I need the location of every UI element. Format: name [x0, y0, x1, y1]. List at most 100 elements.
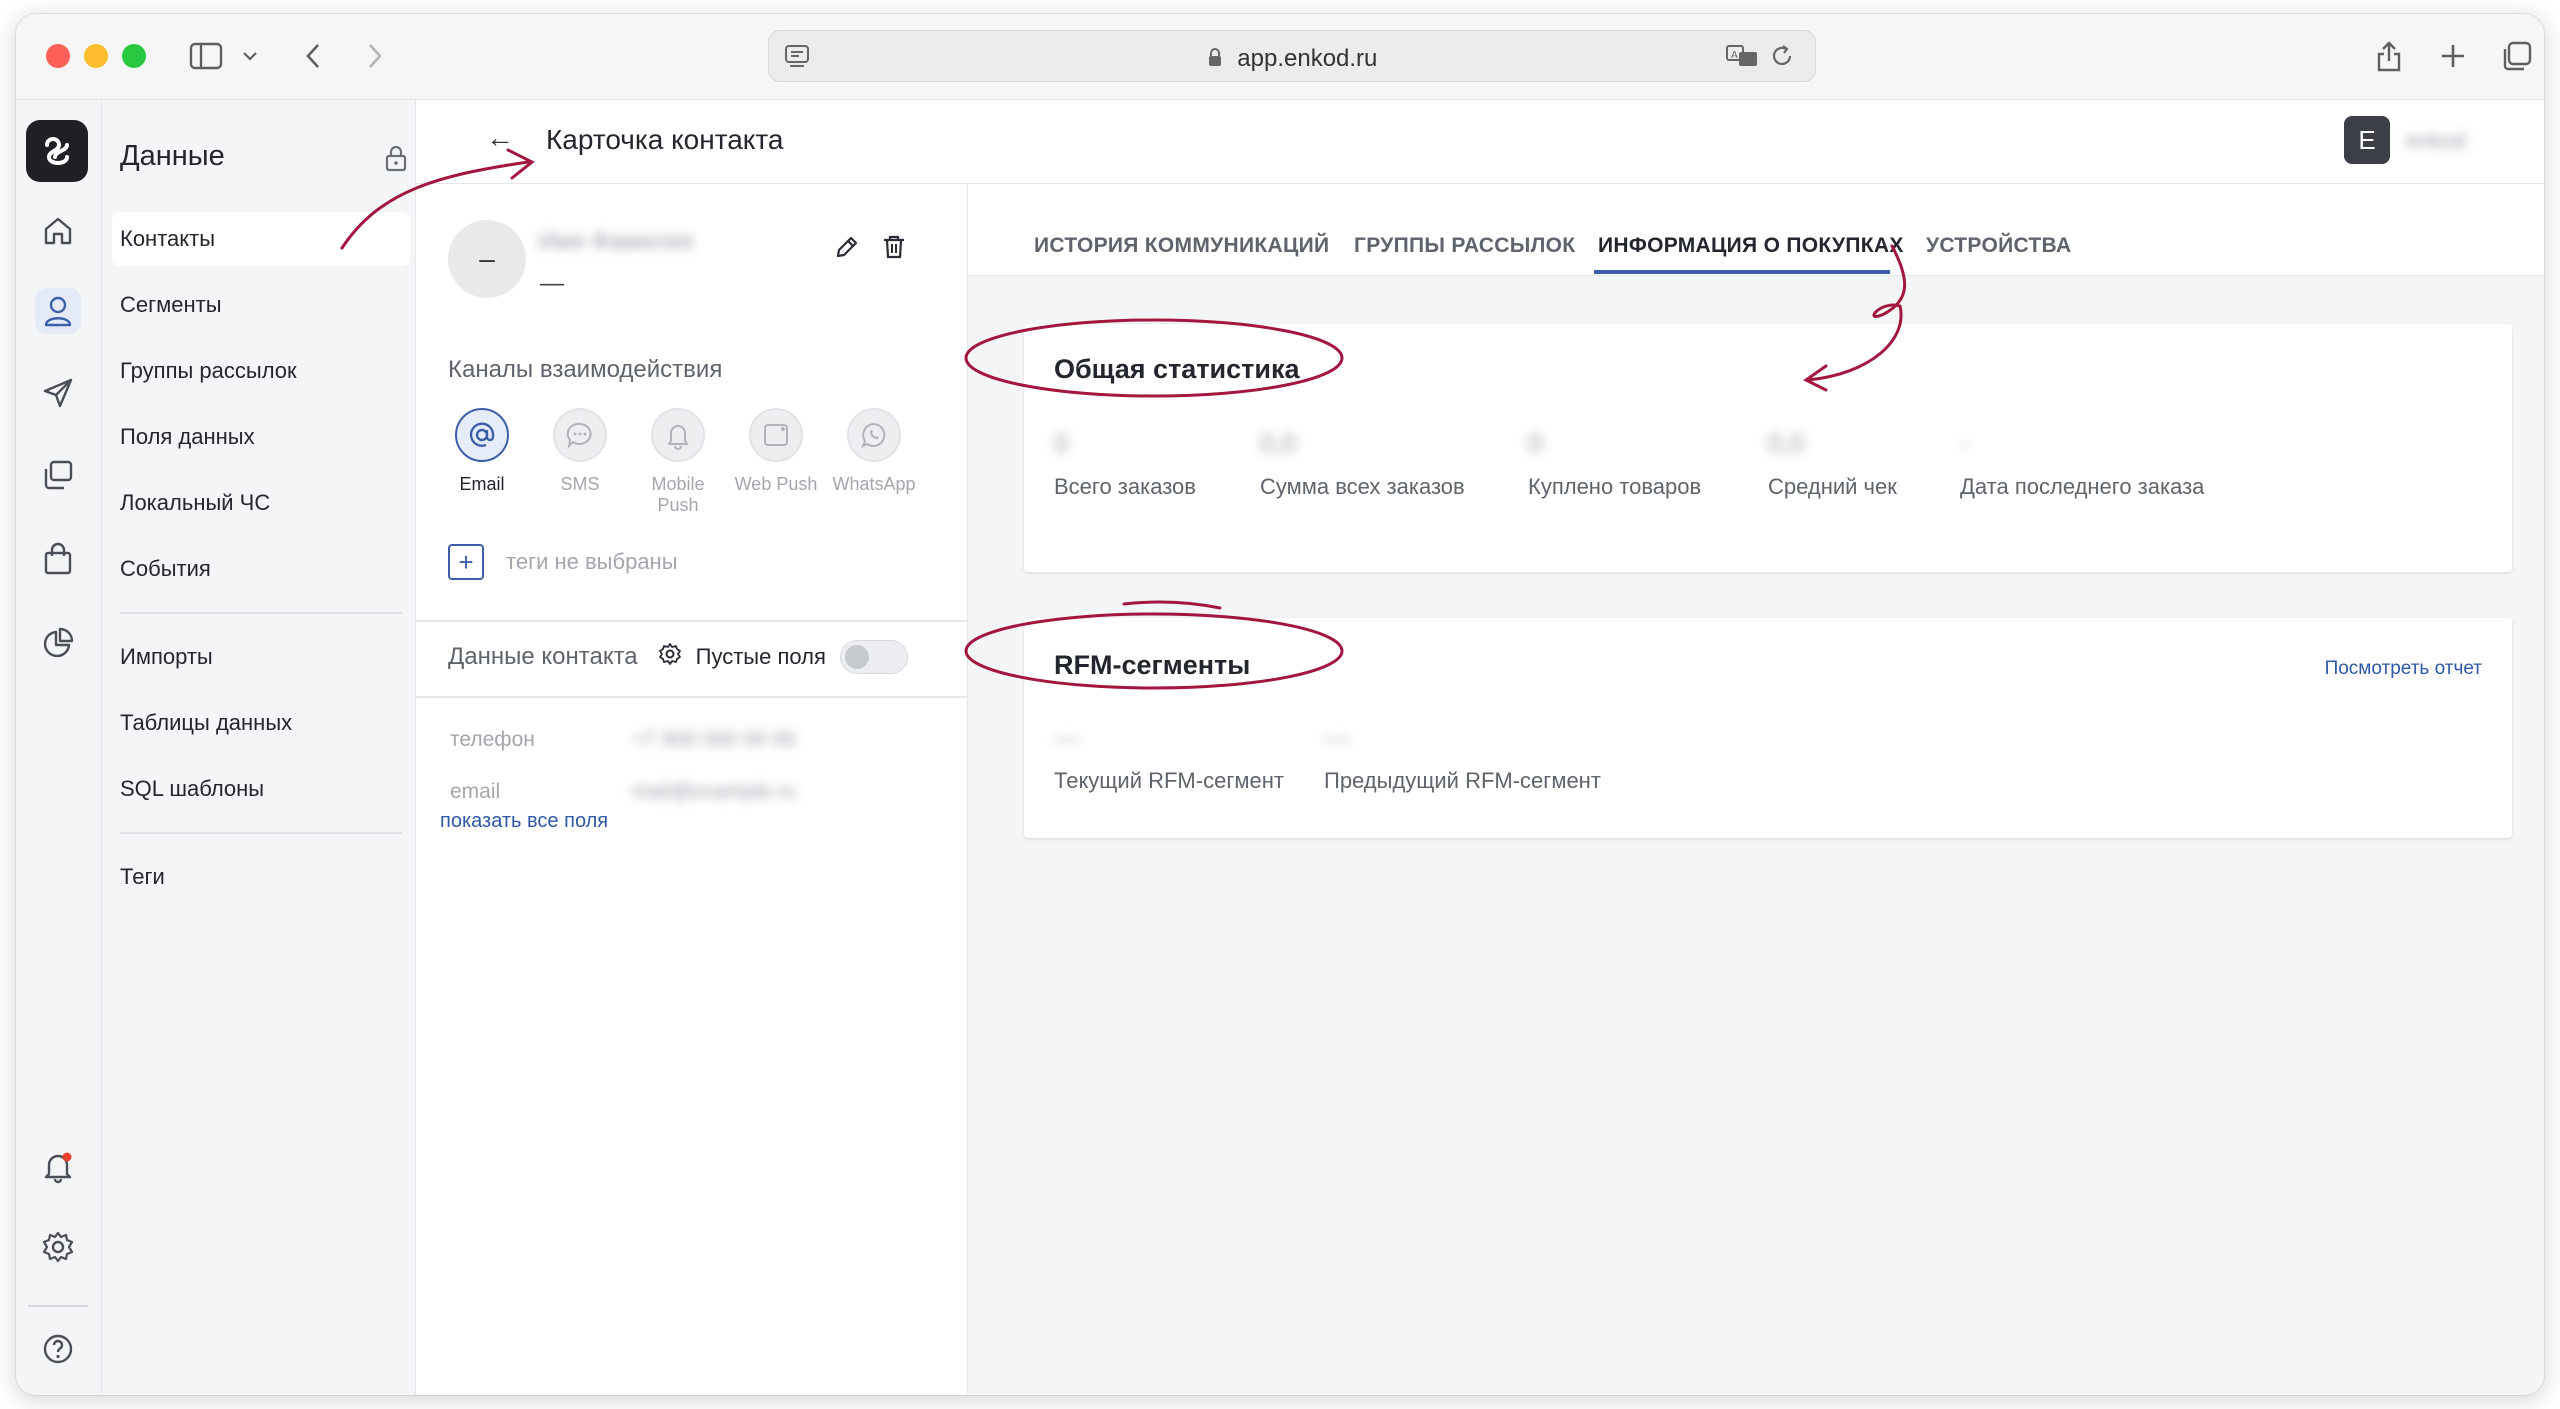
analytics-pie-icon[interactable] [35, 620, 81, 666]
settings-gear-icon[interactable] [35, 1224, 81, 1270]
tab-communication-history[interactable]: ИСТОРИЯ КОММУНИКАЦИЙ [1034, 234, 1329, 258]
tags-row: + теги не выбраны [448, 544, 678, 580]
field-label-phone: телефон [450, 728, 535, 751]
contact-name: Имя Фамилия [538, 228, 694, 255]
sidebar-item-events[interactable]: События [112, 542, 410, 596]
edit-pencil-icon[interactable] [834, 234, 860, 265]
forward-icon[interactable] [358, 36, 392, 76]
sidebar-toggle-icon[interactable] [184, 36, 228, 76]
address-bar[interactable]: app.enkod.ru A [768, 30, 1816, 82]
share-icon[interactable] [2372, 36, 2406, 76]
channel-label: Mobile Push [651, 474, 705, 515]
channel-sms[interactable]: SMS [534, 408, 626, 495]
sidebar-item-local-blacklist[interactable]: Локальный ЧС [112, 476, 410, 530]
show-all-fields-link[interactable]: показать все поля [440, 810, 608, 833]
rail-divider [28, 1305, 88, 1307]
stat-label: Всего заказов [1054, 474, 1196, 499]
notifications-bell-icon[interactable] [35, 1144, 81, 1190]
browser-window-icon [749, 408, 803, 462]
channel-label: Email [459, 474, 505, 494]
main-content: ИСТОРИЯ КОММУНИКАЦИЙ ГРУППЫ РАССЫЛОК ИНФ… [968, 184, 2544, 1395]
channel-label: SMS [560, 474, 600, 494]
sidebar-divider [120, 832, 402, 834]
tags-placeholder: теги не выбраны [506, 549, 678, 574]
lock-icon[interactable] [384, 144, 408, 177]
sidebar-item-data-tables[interactable]: Таблицы данных [112, 696, 410, 750]
general-stats-title: Общая статистика [1054, 354, 1300, 384]
stat-average-check: 0,0 Средний чек [1768, 428, 1897, 500]
sidebar-divider [120, 612, 402, 614]
channel-mobile-push[interactable]: Mobile Push [632, 408, 724, 516]
app-rail [16, 100, 102, 1395]
user-avatar[interactable]: E [2344, 116, 2390, 164]
rfm-label: Предыдущий RFM-сегмент [1324, 768, 1601, 793]
general-stats-card: Общая статистика 0 Всего заказов 0,0 Сум… [1024, 324, 2512, 572]
tab-mailing-groups[interactable]: ГРУППЫ РАССЫЛОК [1354, 234, 1575, 258]
reload-icon[interactable] [1769, 43, 1795, 74]
fields-settings-icon[interactable] [658, 642, 682, 673]
contact-avatar: – [448, 220, 526, 298]
sidebar-item-contacts[interactable]: Контакты [112, 212, 410, 266]
sidebar-item-mailing-groups[interactable]: Группы рассылок [112, 344, 410, 398]
empty-fields-label: Пустые поля [695, 644, 826, 669]
chat-bubble-icon [553, 408, 607, 462]
enkod-logo-icon[interactable] [26, 120, 88, 182]
whatsapp-icon [847, 408, 901, 462]
browser-toolbar: app.enkod.ru A [16, 14, 2544, 100]
contact-panel: – Имя Фамилия — Каналы взаимодействия Em… [416, 184, 968, 1395]
home-icon[interactable] [35, 208, 81, 254]
translate-icon[interactable]: A [1725, 43, 1759, 74]
channel-whatsapp[interactable]: WhatsApp [828, 408, 920, 495]
active-tab-indicator [1594, 270, 1890, 274]
page-title: Карточка контакта [546, 124, 784, 155]
data-sidebar: Данные Контакты Сегменты Группы рассылок… [102, 100, 416, 1395]
tab-purchase-info[interactable]: ИНФОРМАЦИЯ О ПОКУПКАХ [1598, 234, 1904, 258]
rfm-value: — [1324, 722, 1350, 752]
sidebar-item-data-fields[interactable]: Поля данных [112, 410, 410, 464]
chevron-down-icon[interactable] [238, 36, 262, 76]
view-report-link[interactable]: Посмотреть отчет [2325, 658, 2482, 680]
stat-value: - [1960, 428, 1969, 458]
sidebar-item-tags[interactable]: Теги [112, 850, 410, 904]
back-icon[interactable] [296, 36, 330, 76]
send-icon[interactable] [35, 370, 81, 416]
stat-value: 0 [1528, 428, 1543, 458]
contacts-icon[interactable] [35, 288, 81, 334]
sidebar-item-sql-templates[interactable]: SQL шаблоны [112, 762, 410, 816]
tab-devices[interactable]: УСТРОЙСТВА [1926, 234, 2071, 258]
stat-label: Средний чек [1768, 474, 1897, 499]
url-text: app.enkod.ru [769, 45, 1815, 73]
stat-label: Сумма всех заказов [1260, 474, 1465, 499]
rfm-title: RFM-сегменты [1054, 650, 1251, 680]
stat-value: 0,0 [1260, 428, 1297, 458]
empty-fields-toggle[interactable] [839, 640, 908, 674]
user-name[interactable]: enkod [2406, 128, 2466, 154]
back-arrow-button[interactable]: ← [486, 122, 514, 154]
delete-trash-icon[interactable] [882, 234, 906, 265]
sidebar-item-imports[interactable]: Импорты [112, 630, 410, 684]
tab-overview-icon[interactable] [2500, 36, 2534, 76]
tabs-bar: ИСТОРИЯ КОММУНИКАЦИЙ ГРУППЫ РАССЫЛОК ИНФ… [968, 184, 2544, 276]
stat-orders-sum: 0,0 Сумма всех заказов [1260, 428, 1465, 500]
maximize-window-button[interactable] [122, 44, 146, 68]
help-icon[interactable] [35, 1326, 81, 1372]
page-header: ← Карточка контакта E enkod [416, 100, 2544, 184]
contact-subtitle: — [540, 270, 564, 297]
new-tab-icon[interactable] [2436, 36, 2470, 76]
add-tag-button[interactable]: + [448, 544, 484, 580]
stat-label: Куплено товаров [1528, 474, 1702, 499]
channel-web-push[interactable]: Web Push [730, 408, 822, 495]
field-value-phone: +7 900 000 00 00 [632, 728, 797, 751]
templates-icon[interactable] [35, 452, 81, 498]
contact-divider [416, 696, 968, 698]
rfm-current-segment: — Текущий RFM-сегмент [1054, 722, 1284, 794]
field-label-email: email [450, 780, 501, 803]
at-sign-icon [455, 408, 509, 462]
minimize-window-button[interactable] [84, 44, 108, 68]
channel-email[interactable]: Email [436, 408, 528, 495]
close-window-button[interactable] [46, 44, 70, 68]
bell-icon [651, 408, 705, 462]
rfm-label: Текущий RFM-сегмент [1054, 768, 1284, 793]
sidebar-item-segments[interactable]: Сегменты [112, 278, 410, 332]
shopping-bag-icon[interactable] [35, 536, 81, 582]
